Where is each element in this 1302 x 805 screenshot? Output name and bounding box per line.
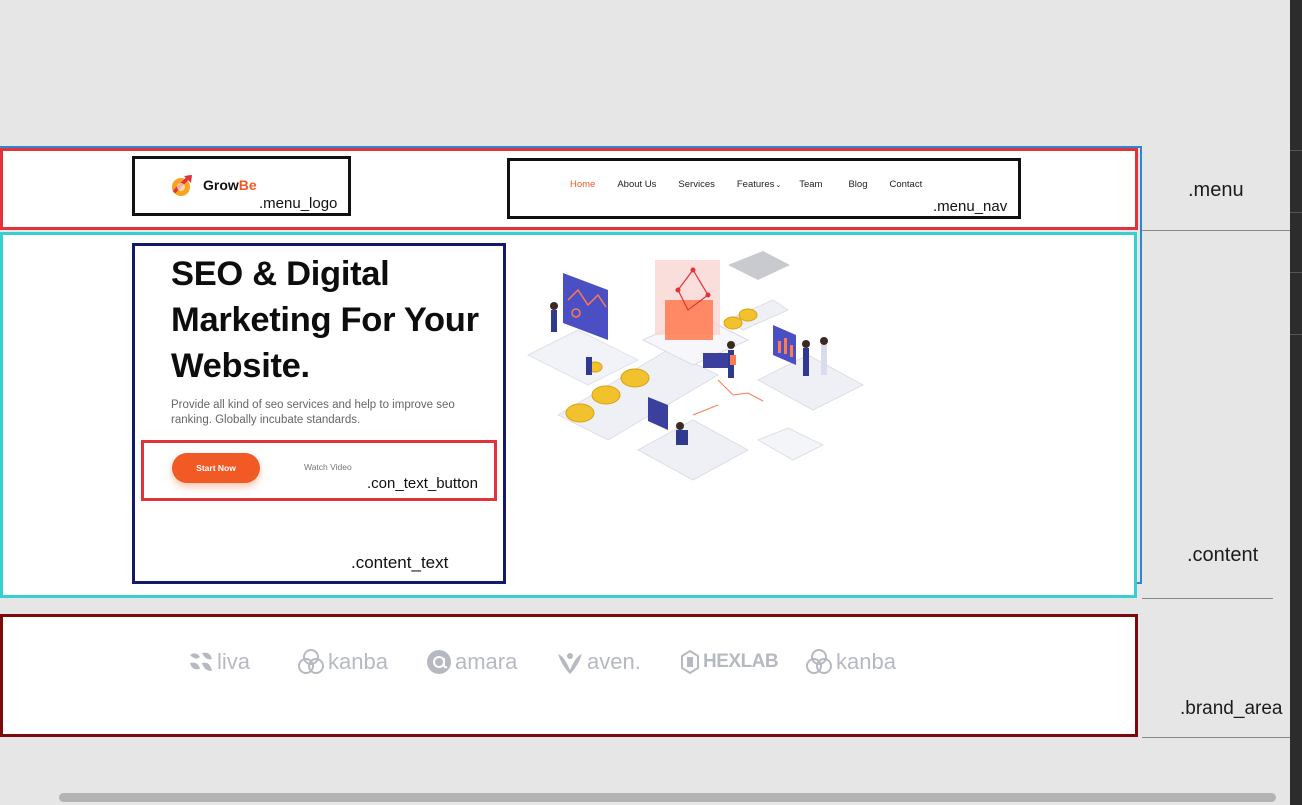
divider-line xyxy=(1142,737,1290,738)
brand-logo: kanba xyxy=(805,646,896,678)
kanba-knot-icon xyxy=(298,649,324,674)
horizontal-scrollbar[interactable] xyxy=(59,793,1276,802)
menu-nav-class-label: .menu_nav xyxy=(933,198,1008,215)
brand-logo: amara xyxy=(426,646,517,678)
start-now-button[interactable]: Start Now xyxy=(172,453,260,483)
divider-line xyxy=(1142,230,1290,231)
hexlab-flask-icon xyxy=(681,649,699,675)
amara-at-icon xyxy=(427,650,451,674)
nav-features[interactable]: Features⌄ xyxy=(737,179,781,190)
liva-leaf-icon xyxy=(190,652,212,671)
rail-divider xyxy=(1290,150,1302,151)
main-nav: Home About Us Services Features⌄ Team Bl… xyxy=(570,179,922,190)
nav-services[interactable]: Services xyxy=(678,179,714,190)
nav-home[interactable]: Home xyxy=(570,179,595,190)
menu-class-label: .menu xyxy=(1188,179,1244,201)
chevron-down-icon: ⌄ xyxy=(775,182,782,189)
content-text-class-label: .content_text xyxy=(351,553,449,572)
rail-divider xyxy=(1290,212,1302,213)
seo-isometric-illustration xyxy=(526,251,865,481)
brand-logo-text[interactable]: GrowBe xyxy=(203,177,257,193)
aven-v-icon xyxy=(558,653,582,674)
nav-contact[interactable]: Contact xyxy=(889,179,922,190)
right-panel-edge xyxy=(1290,0,1302,805)
brand-logo: liva xyxy=(188,646,250,678)
divider-line xyxy=(1142,598,1273,599)
nav-team[interactable]: Team xyxy=(799,179,822,190)
menu-logo-class-label: .menu_logo xyxy=(259,195,338,212)
brand-logo: aven. xyxy=(556,646,641,678)
hero-title: SEO & Digital Marketing For Your Website… xyxy=(171,255,479,385)
growbe-logo-icon xyxy=(172,175,192,196)
watch-video-button[interactable]: Watch Video xyxy=(304,462,352,472)
content-class-label: .content xyxy=(1187,544,1259,566)
rail-divider xyxy=(1290,334,1302,335)
brand-area-class-label: .brand_area xyxy=(1180,698,1283,719)
brand-logo: kanba xyxy=(297,646,388,678)
nav-blog[interactable]: Blog xyxy=(848,179,867,190)
con-text-button-class-label: .con_text_button xyxy=(367,475,478,492)
kanba-knot-icon xyxy=(806,649,832,674)
rail-divider xyxy=(1290,272,1302,273)
brand-logo: HEXLAB xyxy=(680,646,779,678)
nav-about-us[interactable]: About Us xyxy=(617,179,656,190)
hero-description: Provide all kind of seo services and hel… xyxy=(171,399,455,426)
